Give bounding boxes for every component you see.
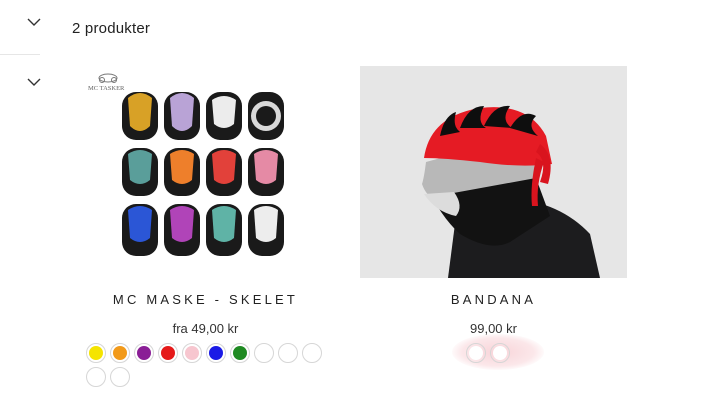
product-price: fra 49,00 kr	[172, 321, 239, 336]
color-swatch[interactable]	[110, 367, 130, 387]
color-swatches	[466, 343, 526, 363]
product-image-mc-maske[interactable]: MC TASKER	[72, 66, 339, 278]
color-swatch[interactable]	[278, 343, 298, 363]
color-swatch[interactable]	[230, 343, 250, 363]
color-swatch[interactable]	[254, 343, 274, 363]
color-swatch[interactable]	[86, 367, 106, 387]
color-swatch[interactable]	[158, 343, 178, 363]
color-swatch[interactable]	[134, 343, 154, 363]
product-card-mc-maske[interactable]: MC TASKER MC MASKE - SKELET fra 49,00 kr	[72, 66, 339, 336]
product-title[interactable]: MC MASKE - SKELET	[72, 292, 339, 307]
color-swatch[interactable]	[182, 343, 202, 363]
chevron-down-icon[interactable]	[26, 14, 42, 30]
product-count: 2 produkter	[72, 20, 151, 37]
filter-column	[0, 0, 42, 412]
color-swatch[interactable]	[302, 343, 322, 363]
filter-divider	[0, 54, 40, 55]
color-swatch[interactable]	[490, 343, 510, 363]
svg-text:MC TASKER: MC TASKER	[88, 85, 125, 92]
color-swatch[interactable]	[86, 343, 106, 363]
chevron-down-icon[interactable]	[26, 74, 42, 90]
product-title[interactable]: BANDANA	[360, 292, 627, 307]
color-swatch[interactable]	[110, 343, 130, 363]
color-swatches	[86, 343, 332, 387]
color-swatch[interactable]	[206, 343, 226, 363]
product-image-bandana[interactable]	[360, 66, 627, 278]
product-card-bandana[interactable]: BANDANA 99,00 kr	[360, 66, 627, 336]
brand-logo: MC TASKER	[88, 73, 125, 92]
color-swatch[interactable]	[466, 343, 486, 363]
